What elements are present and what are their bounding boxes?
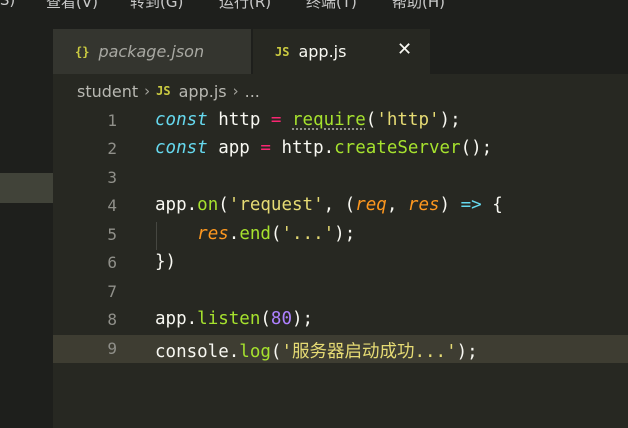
code-line[interactable]: 1 const http = require('http'); xyxy=(53,107,628,135)
line-number: 8 xyxy=(107,310,117,329)
breadcrumb-folder[interactable]: student xyxy=(77,82,138,101)
js-file-icon: JS xyxy=(275,44,290,59)
tab-package-json[interactable]: {} package.json xyxy=(53,29,251,74)
menu-item-selection[interactable]: (S) xyxy=(0,0,15,9)
code-text: res.end('...'); xyxy=(197,224,356,244)
code-text: }) xyxy=(155,252,177,272)
menu-bar: (S) 查看(V) 转到(G) 运行(R) 终端(T) 帮助(H) xyxy=(0,0,628,14)
code-text: app.on('request', (req, res) => { xyxy=(155,195,503,215)
line-number: 7 xyxy=(107,282,117,301)
line-number: 6 xyxy=(107,253,117,272)
tab-bar: {} package.json JS app.js ✕ xyxy=(53,14,628,74)
line-number: 2 xyxy=(107,139,117,158)
code-line[interactable]: 3 xyxy=(53,164,628,192)
chevron-right-icon: › xyxy=(232,82,239,100)
menu-item-run[interactable]: 运行(R) xyxy=(219,0,271,12)
code-text: console.log('服务器启动成功...'); xyxy=(155,342,478,362)
chevron-right-icon: › xyxy=(144,82,151,100)
code-line[interactable]: 5 res.end('...'); xyxy=(53,221,628,249)
close-icon[interactable]: ✕ xyxy=(397,39,412,60)
code-line[interactable]: 4 app.on('request', (req, res) => { xyxy=(53,192,628,220)
line-number: 3 xyxy=(107,168,117,187)
menu-item-terminal[interactable]: 终端(T) xyxy=(306,0,357,12)
tab-label: app.js xyxy=(298,42,347,61)
json-file-icon: {} xyxy=(75,44,90,59)
tab-app-js[interactable]: JS app.js ✕ xyxy=(253,29,430,74)
code-line[interactable]: 8 app.listen(80); xyxy=(53,306,628,334)
code-text: const http = require('http'); xyxy=(155,110,461,130)
menu-item-go[interactable]: 转到(G) xyxy=(130,0,183,12)
line-number: 1 xyxy=(107,111,117,130)
code-line[interactable]: 2 const app = http.createServer(); xyxy=(53,135,628,163)
explorer-sidebar xyxy=(0,14,53,428)
code-text: app.listen(80); xyxy=(155,309,314,329)
code-editor[interactable]: 1 const http = require('http'); 2 const … xyxy=(53,107,628,428)
line-number: 9 xyxy=(107,339,117,358)
line-number: 4 xyxy=(107,196,117,215)
tab-label: package.json xyxy=(98,42,205,61)
code-text: const app = http.createServer(); xyxy=(155,138,493,158)
code-line[interactable]: 6 }) xyxy=(53,249,628,277)
menu-item-help[interactable]: 帮助(H) xyxy=(392,0,445,12)
code-line[interactable]: 7 xyxy=(53,278,628,306)
breadcrumb-file[interactable]: app.js xyxy=(179,82,227,101)
breadcrumb-symbols[interactable]: ... xyxy=(245,82,260,101)
vscode-window: (S) 查看(V) 转到(G) 运行(R) 终端(T) 帮助(H) {} pac… xyxy=(0,0,628,428)
breadcrumb: student › JS app.js › ... xyxy=(77,79,260,103)
sidebar-header xyxy=(0,14,53,74)
indent-guide xyxy=(156,222,157,250)
line-number: 5 xyxy=(107,225,117,244)
menu-item-view[interactable]: 查看(V) xyxy=(46,0,98,12)
code-line-current[interactable]: 9 console.log('服务器启动成功...'); xyxy=(53,335,628,363)
js-file-icon: JS xyxy=(156,84,171,98)
sidebar-selected-item[interactable] xyxy=(0,173,53,203)
